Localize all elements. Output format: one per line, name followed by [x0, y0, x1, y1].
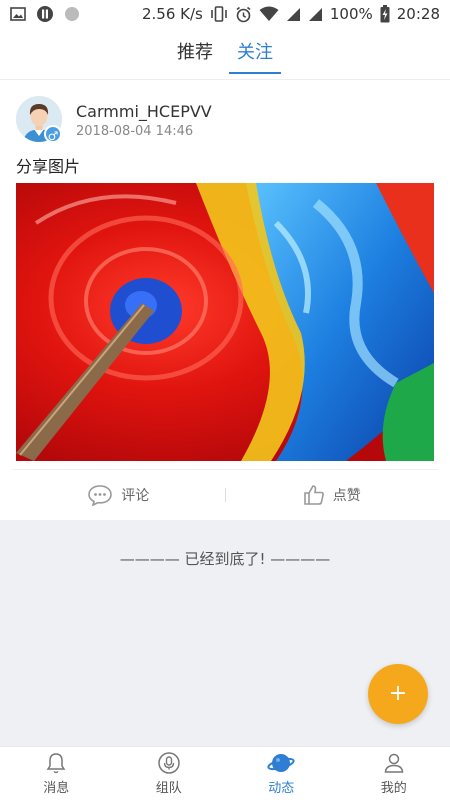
- user-icon: [384, 753, 404, 773]
- like-label: 点赞: [332, 487, 361, 504]
- post-card: ♂ Carmmi_HCEPVV 2018-08-04 14:46 分享图片 评论…: [0, 81, 450, 506]
- app-notification-icon: [37, 6, 53, 22]
- nav-label-feed: 动态: [268, 781, 295, 796]
- username[interactable]: Carmmi_HCEPVV: [76, 102, 212, 121]
- nav-item-me[interactable]: 我的: [338, 747, 450, 800]
- signal-icon: [286, 7, 300, 21]
- alarm-icon: [236, 6, 251, 22]
- nav-item-team[interactable]: 组队: [113, 747, 226, 800]
- comment-button[interactable]: 评论: [12, 484, 225, 506]
- wifi-icon: [259, 6, 279, 21]
- image-notification-icon: [10, 7, 26, 21]
- bell-icon: [46, 753, 66, 774]
- signal-2-icon: [308, 7, 322, 21]
- top-tabs: 推荐 关注: [0, 28, 450, 80]
- tab-following[interactable]: 关注: [229, 34, 281, 74]
- add-post-button[interactable]: +: [368, 664, 428, 724]
- clock: 20:28: [396, 5, 440, 23]
- nav-label-team: 组队: [155, 781, 182, 796]
- gender-badge: ♂: [44, 125, 62, 143]
- nav-label-me: 我的: [380, 781, 407, 796]
- like-button[interactable]: 点赞: [226, 484, 439, 506]
- nav-label-messages: 消息: [43, 781, 70, 796]
- network-speed: 2.56 K/s: [142, 5, 203, 23]
- nav-item-messages[interactable]: 消息: [0, 747, 113, 800]
- dot-notification-icon: [65, 7, 79, 21]
- colorful-paint-image: [16, 183, 434, 461]
- battery-percent: 100%: [329, 5, 373, 23]
- post-date: 2018-08-04 14:46: [76, 124, 194, 139]
- thumbs-up-icon: [303, 484, 324, 505]
- post-image[interactable]: [16, 183, 434, 461]
- comment-label: 评论: [121, 487, 150, 504]
- post-action-bar: 评论 点赞: [12, 469, 438, 519]
- vibrate-icon: [211, 6, 227, 22]
- status-bar: 2.56 K/s 100% 20:28: [0, 0, 450, 28]
- comment-icon: [88, 484, 113, 506]
- nav-item-feed[interactable]: 动态: [225, 747, 338, 800]
- microphone-icon: [158, 752, 180, 774]
- bottom-nav: 消息 组队 动态 我的: [0, 746, 450, 800]
- tab-recommend[interactable]: 推荐: [177, 34, 213, 74]
- battery-charging-icon: [380, 5, 390, 23]
- planet-icon: [267, 754, 295, 772]
- post-text: 分享图片: [16, 157, 81, 176]
- post-header: ♂ Carmmi_HCEPVV 2018-08-04 14:46: [0, 81, 450, 149]
- end-of-feed-text: ———— 已经到底了! ————: [119, 550, 331, 568]
